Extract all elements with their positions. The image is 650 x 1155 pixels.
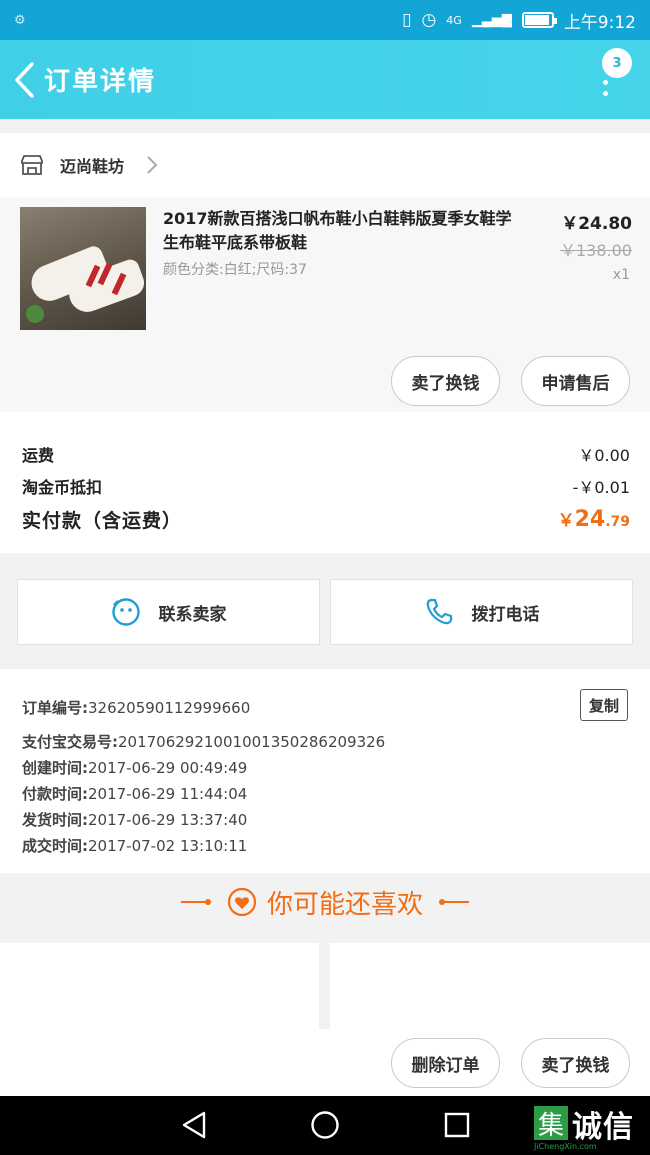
bottom-action-bar: 删除订单 卖了换钱 <box>0 1029 650 1096</box>
page-title: 订单详情 <box>44 67 157 97</box>
product-image[interactable] <box>20 207 146 330</box>
vibrate-icon: ▯ <box>402 10 412 30</box>
total-value: ￥24.79 <box>557 507 630 532</box>
product-title: 2017新款百搭浅口帆布鞋小白鞋韩版夏季女鞋学生布鞋平底系带板鞋 <box>163 209 512 252</box>
info-row-created: 创建时间:2017-06-29 00:49:49 <box>22 759 248 777</box>
heart-icon <box>227 887 257 917</box>
chevron-right-icon <box>147 156 158 174</box>
call-seller-label: 拨打电话 <box>471 604 540 625</box>
notification-icon: ⚙ <box>14 12 26 28</box>
chat-face-icon <box>111 598 140 626</box>
back-nav-icon[interactable] <box>180 1110 208 1140</box>
alarm-icon: ◷ <box>421 10 437 30</box>
delete-order-button[interactable]: 删除订单 <box>391 1038 500 1088</box>
divider-right <box>439 899 469 905</box>
network-label: 4G <box>446 13 462 27</box>
system-nav-bar: 集 诚信 JiChengXin.com <box>0 1096 650 1155</box>
shipping-value: ￥0.00 <box>578 446 630 465</box>
fee-summary: 运费 ￥0.00 淘金币抵扣 -￥0.01 实付款（含运费） ￥24.79 <box>0 412 650 553</box>
total-label: 实付款（含运费） <box>22 510 183 532</box>
shop-row[interactable]: 迈尚鞋坊 <box>0 133 650 197</box>
shop-name: 迈尚鞋坊 <box>60 157 125 176</box>
divider-left <box>180 899 211 905</box>
info-row-completed: 成交时间:2017-07-02 13:10:11 <box>22 837 248 855</box>
notification-badge: 3 <box>602 48 632 78</box>
product-sku: 颜色分类:白红;尺码:37 <box>163 262 307 278</box>
info-row-shipped: 发货时间:2017-06-29 13:37:40 <box>22 811 248 829</box>
app-header: 订单详情 3 <box>0 40 650 119</box>
sell-exchange-button[interactable]: 卖了换钱 <box>391 356 500 406</box>
watermark-logo: 集 诚信 JiChengXin.com <box>530 1102 650 1151</box>
product-price: ￥24.80 <box>561 214 632 234</box>
status-bar: ⚙ ▯ ◷ 4G ▁▃▅▇ 上午9:12 <box>0 0 650 40</box>
product-quantity: x1 <box>612 267 630 283</box>
call-seller-button[interactable]: 拨打电话 <box>330 579 633 645</box>
recommend-card[interactable] <box>0 943 319 1029</box>
recommend-card[interactable] <box>330 943 650 1029</box>
sell-exchange-bottom-button[interactable]: 卖了换钱 <box>521 1038 630 1088</box>
info-row-paid: 付款时间:2017-06-29 11:44:04 <box>22 785 248 803</box>
coin-deduct-label: 淘金币抵扣 <box>22 478 103 497</box>
apply-aftersale-button[interactable]: 申请售后 <box>521 356 630 406</box>
recommend-header: 你可能还喜欢 <box>0 873 650 931</box>
phone-icon <box>426 598 452 625</box>
recents-nav-icon[interactable] <box>444 1112 470 1138</box>
status-time: 上午9:12 <box>563 12 636 33</box>
info-row-alipay-number: 支付宝交易号:2017062921001001350286209326 <box>22 733 386 751</box>
order-info: 订单编号:32620590112999660 支付宝交易号:2017062921… <box>0 669 650 873</box>
home-nav-icon[interactable] <box>310 1110 340 1140</box>
product-item[interactable]: 2017新款百搭浅口帆布鞋小白鞋韩版夏季女鞋学生布鞋平底系带板鞋 颜色分类:白红… <box>0 197 650 412</box>
battery-icon <box>521 12 557 28</box>
back-button[interactable] <box>4 40 44 119</box>
coin-deduct-value: -￥0.01 <box>572 478 630 497</box>
product-original-price: ￥138.00 <box>560 241 632 260</box>
more-icon <box>603 80 608 102</box>
contact-seller-label: 联系卖家 <box>158 604 227 625</box>
chevron-left-icon <box>15 61 34 98</box>
contact-seller-button[interactable]: 联系卖家 <box>17 579 320 645</box>
signal-icon: ▁▃▅▇ <box>471 12 512 28</box>
shipping-label: 运费 <box>22 446 55 465</box>
copy-button[interactable]: 复制 <box>580 689 628 721</box>
info-row-order-number: 订单编号:32620590112999660 <box>22 699 251 717</box>
more-menu-button[interactable]: 3 <box>592 44 632 104</box>
recommend-title: 你可能还喜欢 <box>266 889 423 920</box>
store-icon <box>21 155 43 175</box>
